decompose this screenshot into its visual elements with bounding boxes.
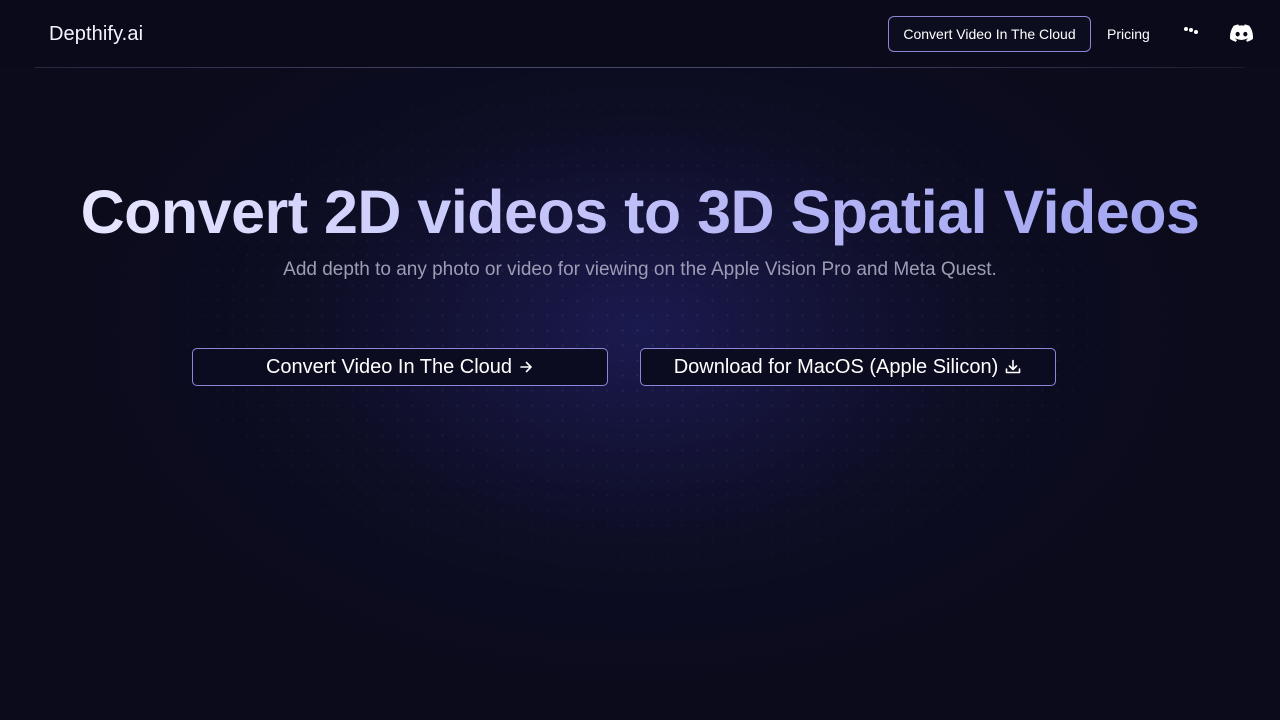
header-divider	[35, 67, 1245, 68]
hero-subtitle: Add depth to any photo or video for view…	[283, 259, 997, 280]
convert-cloud-button-label: Convert Video In The Cloud	[265, 356, 513, 378]
top-navigation-bar: Depthify.ai Convert Video In The Cloud P…	[0, 0, 1280, 67]
convert-cloud-button[interactable]: Convert Video In The Cloud	[192, 348, 608, 386]
nav-convert-cloud-button[interactable]: Convert Video In The Cloud	[888, 16, 1091, 52]
hero-title: Convert 2D videos to 3D Spatial Videos	[0, 178, 1280, 246]
download-macos-button-label: Download for MacOS (Apple Silicon)	[673, 356, 999, 378]
download-macos-button[interactable]: Download for MacOS (Apple Silicon)	[640, 348, 1056, 386]
ellipsis-icon[interactable]	[1182, 24, 1202, 38]
landing-page: Depthify.ai Convert Video In The Cloud P…	[0, 0, 1280, 720]
hero-title-text: Convert 2D videos to 3D Spatial Videos	[80, 178, 1200, 246]
arrow-right-icon	[518, 359, 534, 375]
nav-pricing-link[interactable]: Pricing	[1107, 25, 1150, 43]
discord-icon[interactable]	[1230, 24, 1254, 44]
dot-grid-background	[0, 68, 1280, 720]
download-icon	[1004, 358, 1022, 376]
site-logo[interactable]: Depthify.ai	[49, 22, 143, 46]
